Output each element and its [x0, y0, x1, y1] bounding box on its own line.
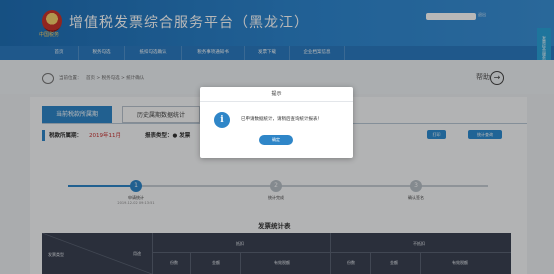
dialog-title: 提示 [200, 87, 353, 102]
info-icon: i [214, 112, 230, 128]
notice-dialog: 提示 i 已申请数据统计，请稍后查询统计报表！ 确定 [200, 87, 353, 158]
dialog-ok-button[interactable]: 确定 [259, 135, 293, 145]
dialog-message: 已申请数据统计，请稍后查询统计报表！ [241, 117, 322, 122]
